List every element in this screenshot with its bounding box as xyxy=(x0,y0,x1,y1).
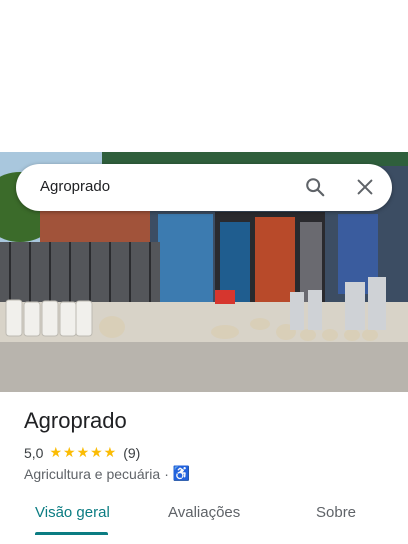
place-title: Agroprado xyxy=(24,408,127,433)
tab-overview[interactable]: Visão geral xyxy=(35,504,110,521)
place-category: Agricultura e pecuária xyxy=(24,465,161,482)
separator: · xyxy=(164,465,169,482)
category-row: Agricultura e pecuária · ♿ xyxy=(24,465,190,482)
review-count[interactable]: (9) xyxy=(123,445,140,461)
star-rating-icon: ★★★★★ xyxy=(49,444,118,460)
search-bar[interactable]: Agroprado xyxy=(16,164,392,211)
active-tab-indicator xyxy=(35,532,108,535)
tab-about[interactable]: Sobre xyxy=(316,504,356,521)
close-icon[interactable] xyxy=(354,176,376,198)
tab-reviews[interactable]: Avaliações xyxy=(168,504,240,521)
blank-area xyxy=(0,0,408,152)
tab-bar: Visão geral Avaliações Sobre xyxy=(0,496,408,544)
rating-value: 5,0 xyxy=(24,444,44,461)
rating-row[interactable]: 5,0 ★★★★★ (9) xyxy=(24,444,140,461)
search-input[interactable]: Agroprado xyxy=(40,178,110,195)
search-icon[interactable] xyxy=(304,176,326,198)
wheelchair-icon: ♿ xyxy=(172,465,191,481)
